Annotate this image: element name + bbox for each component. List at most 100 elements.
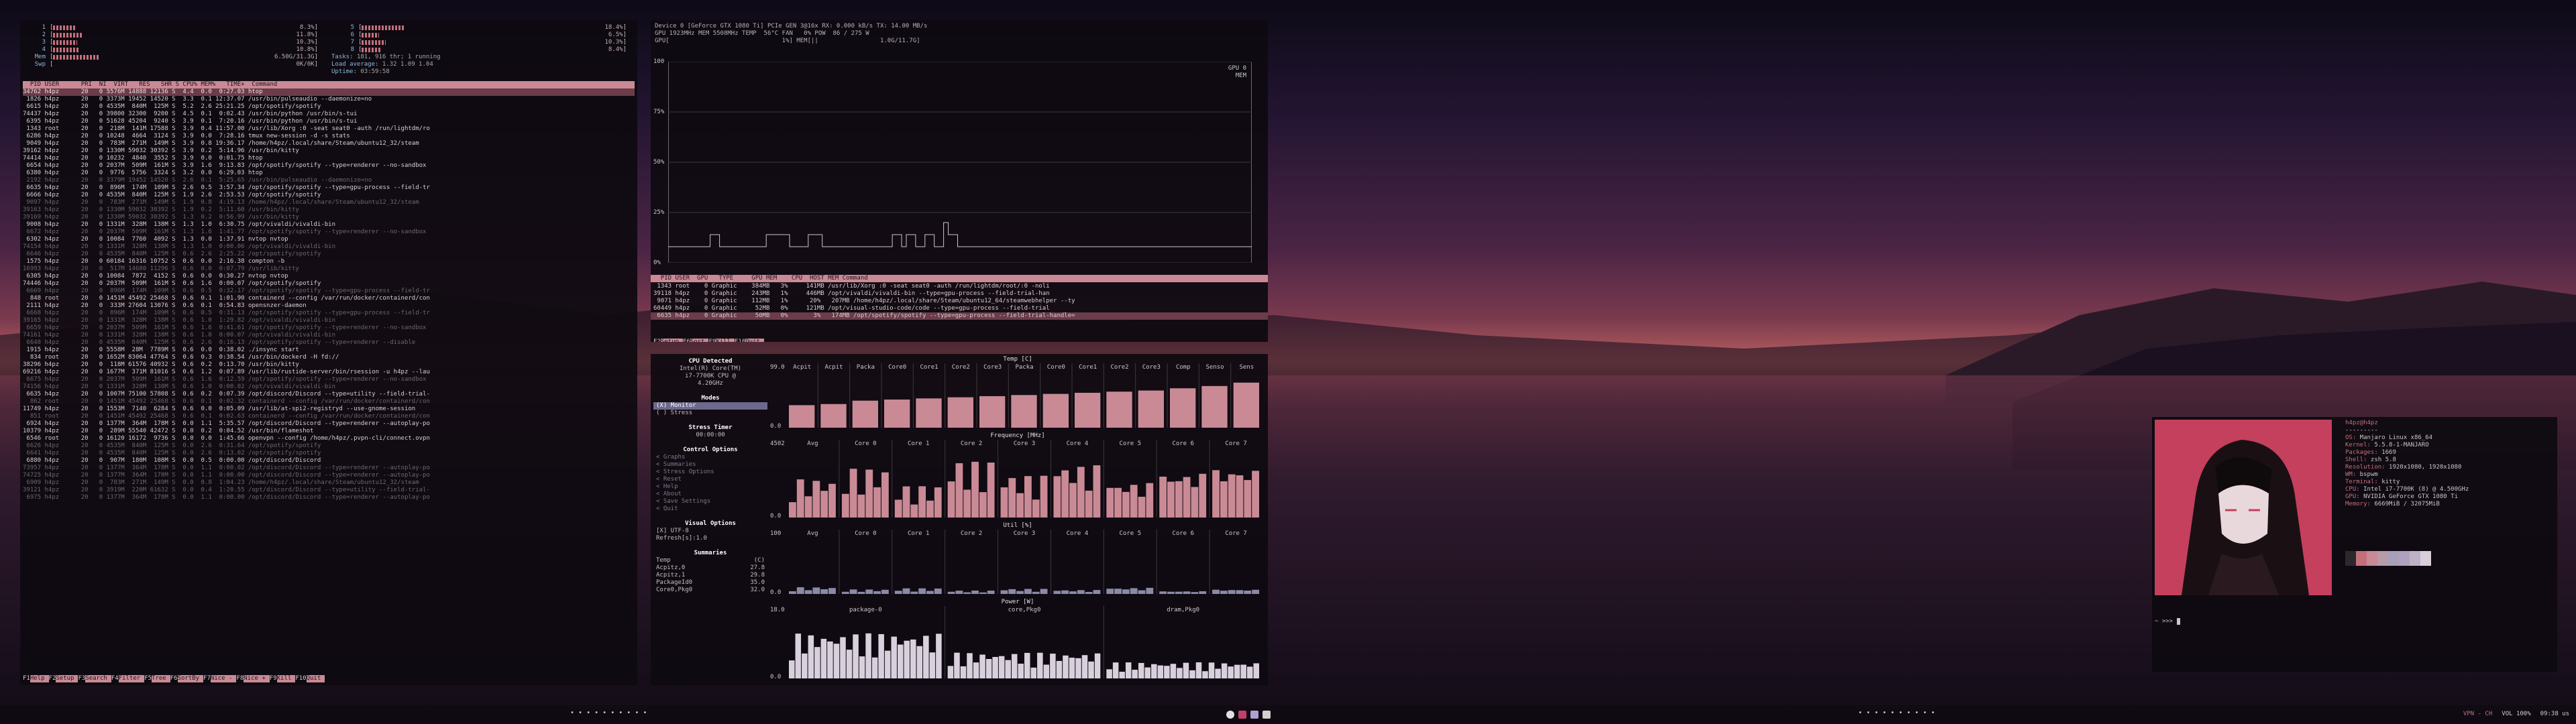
process-row[interactable]: 74156 h4pz 20 0 1331M 328M 138M S 0.6 1.… (23, 383, 635, 391)
process-row[interactable]: 6546 root 20 0 16120 16172 9736 S 0.0 0.… (23, 435, 635, 442)
process-row[interactable]: 6635 h4pz 20 0 1007M 75100 57808 S 0.6 0… (23, 391, 635, 398)
fkey-f8[interactable]: F8 (236, 675, 244, 682)
process-row[interactable]: 6675 h4pz 20 0 2037M 509M 161M S 0.6 1.6… (23, 376, 635, 383)
workspaces-left[interactable]: • • • • • • • • • • (570, 709, 647, 717)
process-row[interactable]: 6302 h4pz 20 0 10084 7760 4092 S 1.3 0.0… (23, 236, 635, 243)
fkey-label[interactable]: SortBy (177, 675, 204, 682)
process-row[interactable]: 1826 h4pz 20 0 3373M 19452 14520 S 3.3 0… (23, 96, 635, 103)
fkey-f10[interactable]: F10 (295, 675, 306, 682)
fkey-label[interactable]: Help (30, 675, 49, 682)
gpu-process-row[interactable]: 6635 h4pz 0 Graphic 50MB 0% 3% 174MB /op… (651, 312, 1268, 320)
app-tray-icon[interactable] (1238, 711, 1246, 719)
process-row[interactable]: 6286 h4pz 20 0 10248 4664 3124 S 3.9 0.0… (23, 133, 635, 140)
process-row[interactable]: 69216 h4pz 20 0 1677M 371M 81016 S 0.6 1… (23, 369, 635, 376)
process-row[interactable]: 6626 h4pz 20 0 4535M 840M 125M S 0.0 2.6… (23, 442, 635, 450)
fkey-f6[interactable]: F6 (170, 675, 178, 682)
fkey-f4[interactable]: F4 (111, 675, 119, 682)
process-row[interactable]: 6635 h4pz 20 0 896M 174M 109M S 2.6 0.5 … (23, 184, 635, 192)
process-row[interactable]: 10379 h4pz 20 0 289M 55540 42472 S 0.0 0… (23, 428, 635, 435)
fkey-f2[interactable]: F2 (49, 675, 56, 682)
gpu-process-row[interactable]: 39118 h4pz 0 Graphic 243MB 1% 446MB /opt… (653, 290, 1050, 298)
fkey-label[interactable]: Kill (276, 675, 296, 682)
discord-tray-icon[interactable] (1250, 711, 1258, 719)
process-row[interactable]: 6672 h4pz 20 0 2037M 509M 161M S 1.3 1.6… (23, 229, 635, 236)
volume-status[interactable]: VOL 100% (2502, 711, 2530, 718)
process-row[interactable]: 848 root 20 0 1451M 45492 25468 S 0.6 0.… (23, 295, 635, 302)
fkey-label[interactable]: Tree (152, 675, 170, 682)
process-row[interactable]: 6640 h4pz 20 0 4535M 840M 125M S 0.6 2.6… (23, 339, 635, 347)
process-row[interactable]: 834 root 20 0 1652M 83064 47764 S 0.6 0.… (23, 354, 635, 361)
process-row[interactable]: 74161 h4pz 20 0 1331M 328M 138M S 0.6 1.… (23, 332, 635, 339)
process-row[interactable]: 6909 h4pz 20 0 783M 271M 149M S 0.0 0.8 … (23, 479, 635, 487)
gpu-process-row[interactable]: 60449 h4pz 0 Graphic 52MB 0% 121MB /opt/… (653, 305, 1050, 312)
fkey-f9[interactable]: F9 (270, 675, 277, 682)
process-row[interactable]: 6380 h4pz 20 0 9776 5756 3324 S 3.2 0.0 … (23, 170, 635, 177)
control-option-1[interactable]: < Summaries (653, 461, 767, 469)
control-option-4[interactable]: < Help (653, 483, 767, 491)
fkey-label[interactable]: Filter (118, 675, 145, 682)
process-row[interactable]: 74154 h4pz 20 0 1331M 328M 138M S 1.3 1.… (23, 243, 635, 251)
fkey-f2[interactable]: F2 (653, 339, 661, 342)
process-row[interactable]: 34762 h4pz 20 0 5576M 14888 12136 S 4.4 … (23, 88, 635, 96)
fkey-label[interactable]: Nice + (244, 675, 270, 682)
process-row[interactable]: 39163 h4pz 20 0 1330M 59032 30392 S 1.9 … (23, 206, 635, 214)
mode-stress-radio[interactable]: ( ) Stress (653, 410, 767, 417)
process-row[interactable]: 38296 h4pz 20 0 118M 61576 40932 S 0.6 0… (23, 361, 635, 369)
fkey-label[interactable]: Sort (690, 339, 709, 342)
refresh-rate-field[interactable]: Refresh[s]:1.0 (653, 535, 767, 542)
gpu-process-header[interactable]: PID USER GPU TYPE GPU MEM CPU HOST MEM C… (651, 275, 1268, 282)
fkey-f3[interactable]: F3 (78, 675, 85, 682)
process-row[interactable]: 6659 h4pz 20 0 2037M 509M 161M S 0.6 1.6… (23, 324, 635, 332)
fkey-f10[interactable]: F10 (735, 339, 745, 342)
control-option-0[interactable]: < Graphs (653, 454, 767, 461)
process-row[interactable]: 1575 h4pz 20 0 60184 16316 10752 S 0.6 0… (23, 258, 635, 265)
mode-monitor-radio[interactable]: (X) Monitor (653, 402, 767, 410)
process-row[interactable]: 851 root 20 0 1451M 45492 25468 S 0.6 0.… (23, 413, 635, 420)
neofetch-terminal[interactable]: h4pz@h4pz --------- OS: Manjaro Linux x8… (2152, 417, 2557, 672)
process-row[interactable]: 9097 h4pz 20 0 783M 271M 149M S 1.9 0.8 … (23, 199, 635, 206)
control-option-5[interactable]: < About (653, 491, 767, 498)
gpu-process-row[interactable]: 1343 root 0 Graphic 384MB 3% 141MB /usr/… (653, 283, 1049, 290)
process-row[interactable]: 2192 h4pz 20 0 3379M 19452 14520 S 2.6 0… (23, 177, 635, 184)
process-row[interactable]: 11749 h4pz 20 0 1553M 7140 6284 S 0.6 0.… (23, 406, 635, 413)
fkey-f9[interactable]: F9 (708, 339, 716, 342)
process-row[interactable]: 74414 h4pz 20 0 10232 4840 3552 S 3.9 0.… (23, 155, 635, 162)
process-row[interactable]: 6395 h4pz 20 0 51628 45204 9240 S 3.9 0.… (23, 118, 635, 125)
process-row[interactable]: 73957 h4pz 20 0 1377M 364M 178M S 0.0 1.… (23, 465, 635, 472)
process-row[interactable]: 6641 h4pz 20 0 4535M 840M 125M S 0.0 2.6… (23, 450, 635, 457)
process-row[interactable]: 6305 h4pz 20 0 10084 7872 4152 S 0.6 0.0… (23, 273, 635, 280)
control-option-7[interactable]: < Quit (653, 505, 767, 513)
control-option-3[interactable]: < Reset (653, 476, 767, 483)
fkey-label[interactable]: Kill (716, 339, 735, 342)
process-row[interactable]: 74437 h4pz 20 0 39800 32300 9200 S 4.5 0… (23, 111, 635, 118)
process-row[interactable]: 39162 h4pz 20 0 1330M 59032 30392 S 3.9 … (23, 147, 635, 155)
process-row[interactable]: 6669 h4pz 20 0 896M 174M 109M S 0.6 0.5 … (23, 288, 635, 295)
process-row[interactable]: 6666 h4pz 20 0 4535M 840M 125M S 1.9 2.6… (23, 192, 635, 199)
nvtop-terminal[interactable]: Device 0 [GeForce GTX 1080 Ti] PCIe GEN … (651, 20, 1268, 342)
fkey-label[interactable]: Quit (306, 675, 325, 682)
process-row[interactable]: 9008 h4pz 20 0 1331M 328M 138M S 1.3 1.0… (23, 221, 635, 229)
fkey-label[interactable]: Setup (660, 339, 683, 342)
fkey-f7[interactable]: F7 (203, 675, 211, 682)
process-row[interactable]: 74446 h4pz 20 0 2037M 509M 161M S 0.6 1.… (23, 280, 635, 288)
control-option-2[interactable]: < Stress Options (653, 469, 767, 476)
htop-terminal[interactable]: 1[8.3%] 2[11.8%] 3[10.3%] 4[10.8%] 5[18.4%]… (20, 20, 637, 685)
process-row[interactable]: 1915 h4pz 20 0 5558M 28M 7789M S 0.6 0.0… (23, 347, 635, 354)
utf8-checkbox[interactable]: [X] UTF-8 (653, 528, 767, 535)
shell-prompt[interactable]: ~ >>> (2155, 618, 2180, 625)
process-row[interactable]: 74725 h4pz 20 0 1377M 364M 178M S 0.0 1.… (23, 472, 635, 479)
process-row[interactable]: 6615 h4pz 20 0 4535M 840M 125M S 5.2 2.6… (23, 103, 635, 111)
process-row[interactable]: 2111 h4pz 20 0 333M 27604 13076 S 0.6 0.… (23, 302, 635, 310)
control-option-6[interactable]: < Save Settings (653, 498, 767, 505)
fkey-label[interactable]: Nice - (210, 675, 237, 682)
process-row[interactable]: 39169 h4pz 20 0 1330M 59032 30392 S 1.3 … (23, 214, 635, 221)
s-tui-terminal[interactable]: CPU Detected Intel(R) Core(TM) i7-7700K … (651, 354, 1268, 685)
fkey-f5[interactable]: F5 (144, 675, 152, 682)
process-row[interactable]: 6880 h4pz 20 0 907M 180M 108M S 0.0 0.5 … (23, 457, 635, 465)
process-row[interactable]: 6668 h4pz 20 0 896M 174M 109M S 0.6 0.5 … (23, 310, 635, 317)
fkey-label[interactable]: Setup (56, 675, 78, 682)
process-list[interactable]: 34762 h4pz 20 0 5576M 14888 12136 S 4.4 … (23, 88, 635, 501)
process-row[interactable]: 16993 h4pz 20 0 517M 14680 11296 S 0.6 0… (23, 265, 635, 273)
process-row[interactable]: 6646 h4pz 20 0 4535M 840M 125M S 0.6 2.6… (23, 251, 635, 258)
fkey-f1[interactable]: F1 (23, 675, 30, 682)
